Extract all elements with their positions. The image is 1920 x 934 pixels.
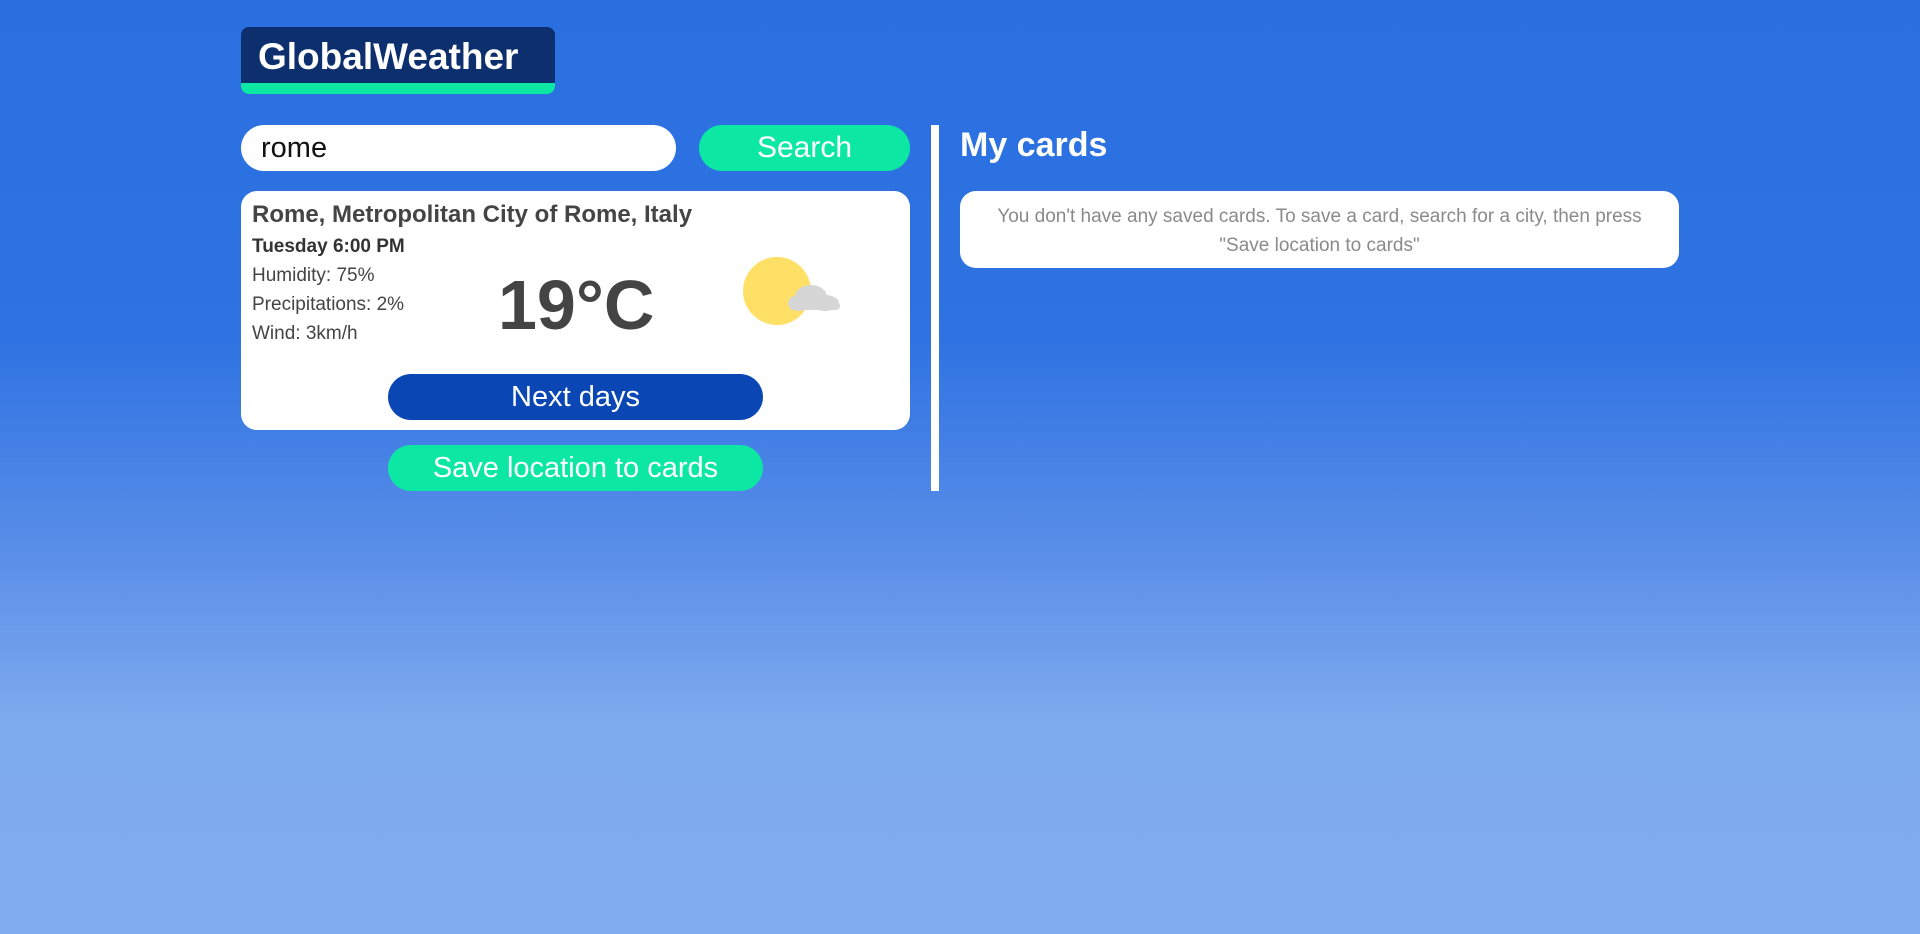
my-cards-title: My cards: [960, 126, 1108, 164]
next-days-button[interactable]: Next days: [388, 374, 763, 420]
partly-cloudy-icon: [743, 257, 840, 325]
temperature-value: 19°C: [498, 266, 655, 344]
section-divider: [931, 125, 939, 491]
weather-card: Rome, Metropolitan City of Rome, Italy T…: [241, 191, 910, 430]
search-input[interactable]: [241, 125, 676, 171]
save-location-button[interactable]: Save location to cards: [388, 445, 763, 491]
forecast-datetime: Tuesday 6:00 PM: [252, 236, 405, 257]
empty-cards-message: You don't have any saved cards. To save …: [960, 191, 1679, 268]
precipitations-text: Precipitations: 2%: [252, 294, 405, 315]
empty-cards-text: You don't have any saved cards. To save …: [997, 206, 1642, 256]
wind-text: Wind: 3km/h: [252, 323, 358, 344]
location-name: Rome, Metropolitan City of Rome, Italy: [252, 201, 693, 228]
app-logo-text: GlobalWeather: [258, 36, 519, 77]
logo-accent-bar: [241, 83, 555, 94]
humidity-text: Humidity: 75%: [252, 265, 375, 286]
search-button[interactable]: Search: [699, 125, 910, 171]
app-logo: GlobalWeather: [241, 27, 555, 94]
